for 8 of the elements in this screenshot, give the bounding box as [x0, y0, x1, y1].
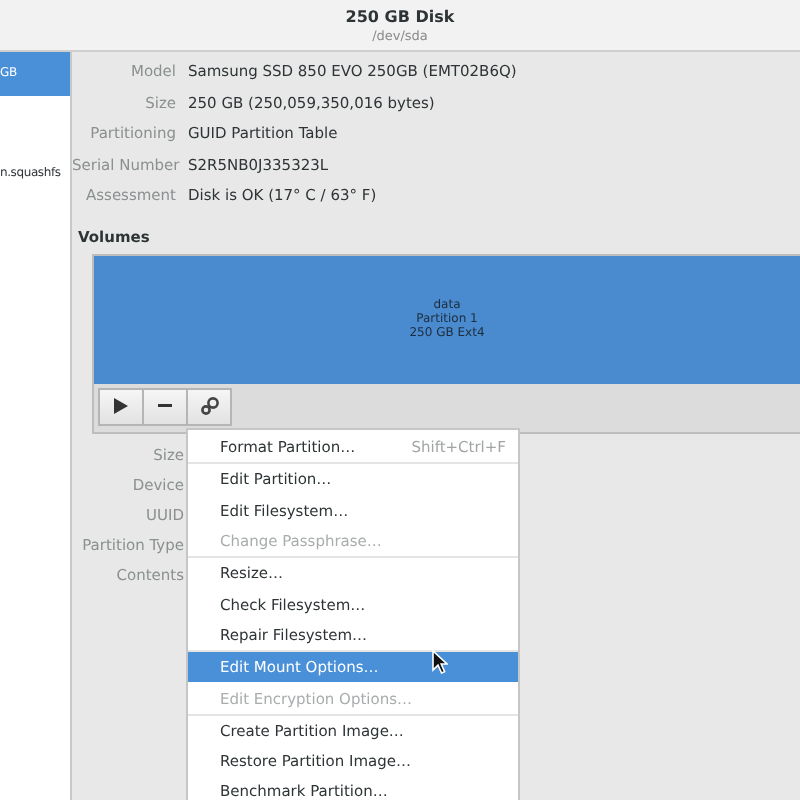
- settings-button[interactable]: [186, 387, 232, 425]
- play-button[interactable]: [98, 387, 144, 425]
- play-icon: [114, 398, 128, 414]
- window-title: 250 GB Disk: [345, 7, 455, 25]
- remove-button[interactable]: [142, 387, 188, 425]
- mouse-pointer-icon: [432, 650, 448, 674]
- minus-icon: [158, 404, 172, 408]
- gears-icon: [199, 396, 219, 416]
